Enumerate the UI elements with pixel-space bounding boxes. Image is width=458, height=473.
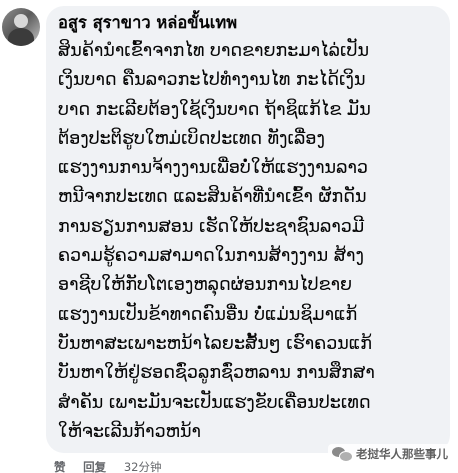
watermark-text: 老挝华人那些事儿: [356, 447, 448, 461]
comment-line: ຄວາມຮູ້ຄວາມສາມາດໃນການສ້າງງານ ສ້າງ: [58, 246, 364, 267]
comment-line: ໃຫ້ຈະເລີນກ້າວຫນ້າ: [58, 421, 201, 442]
avatar-body: [8, 28, 34, 46]
reply-button[interactable]: 回复: [83, 460, 106, 473]
comment-line: ບາດ ກະເລີຍຕ້ອງໃຊ້ເງິນບາດ ຖ້າຊິແກ້ໄຂ ມັນ: [58, 99, 371, 120]
comment-line: ແຮງງານເປັນຂ້າທາດຄົນອື່ນ ບໍ່ແມ່ນຊິມາແກ້: [58, 304, 358, 325]
comment-line: ແຮງງານການຈ້າງງານເພື່ອບໍ່ໃຫ້ແຮງງານລາວ: [58, 158, 368, 179]
comment-line: ສຳຄັນ ເພາະມັນຈະເປັນແຮງຂັບເຄື່ອນປະເທດ: [58, 392, 371, 413]
comment-line: ຫນີຈາກປະເທດ ແລະສິນຄ້າທີ່ນຳເຂົ້າ ຜັກດັນ: [58, 187, 367, 208]
comment-line: ເງິນບາດ ຄືນລາວກະໄປທຳງານໄທ ກະໄດ້ເງິນ: [58, 70, 366, 91]
comment-line: ບັນຫາໃຫ້ຢູ່ຮອດຊົ່ວລູກຊົ່ວຫລານ ການສຶກສາ: [58, 363, 375, 384]
comment-line: ອາຊີບໃຫ້ກັບໂຕເອງຫລຸດຜ່ອນການໄປຂາຍ: [58, 275, 353, 296]
comment-line: ຕ້ອງປະຕິຮູບໃຫມ່ເບິດປະເທດ ທັງເລື່ອງ: [58, 128, 325, 149]
avatar[interactable]: [2, 8, 40, 46]
watermark: 老挝华人那些事儿: [328, 444, 452, 464]
comment-text: ສິນຄ້ານຳເຂົ້າຈາກໄທ ບາດຂາຍກະມາໄລ່ເປັນ ເງິ…: [58, 37, 440, 447]
comment-actions: 赞 回复 32分钟: [54, 459, 175, 473]
comment-screen: อสูร สุราขาว หล่อขั้นเทพ ສິນຄ້ານຳເຂົ້າຈາ…: [0, 0, 458, 473]
comment-bubble: อสูร สุราขาว หล่อขั้นเทพ ສິນຄ້ານຳເຂົ້າຈາ…: [46, 6, 450, 453]
comment-line: ການຮຽນການສອນ ເຮັດໃຫ້ປະຊາຊົນລາວມີ: [58, 216, 365, 237]
comment-timestamp[interactable]: 32分钟: [124, 460, 162, 473]
comment-line: ບັນຫາສະເພາະຫນ້າໄລຍະສັ້ນໆ ເຮົາຄວນແກ້: [58, 333, 373, 354]
comment-author[interactable]: อสูร สุราขาว หล่อขั้นเทพ: [58, 12, 440, 34]
like-button[interactable]: 赞: [54, 460, 66, 473]
avatar-head: [14, 14, 28, 28]
comment-line: ສິນຄ້ານຳເຂົ້າຈາກໄທ ບາດຂາຍກະມາໄລ່ເປັນ: [58, 41, 370, 61]
wechat-icon: [332, 446, 353, 462]
